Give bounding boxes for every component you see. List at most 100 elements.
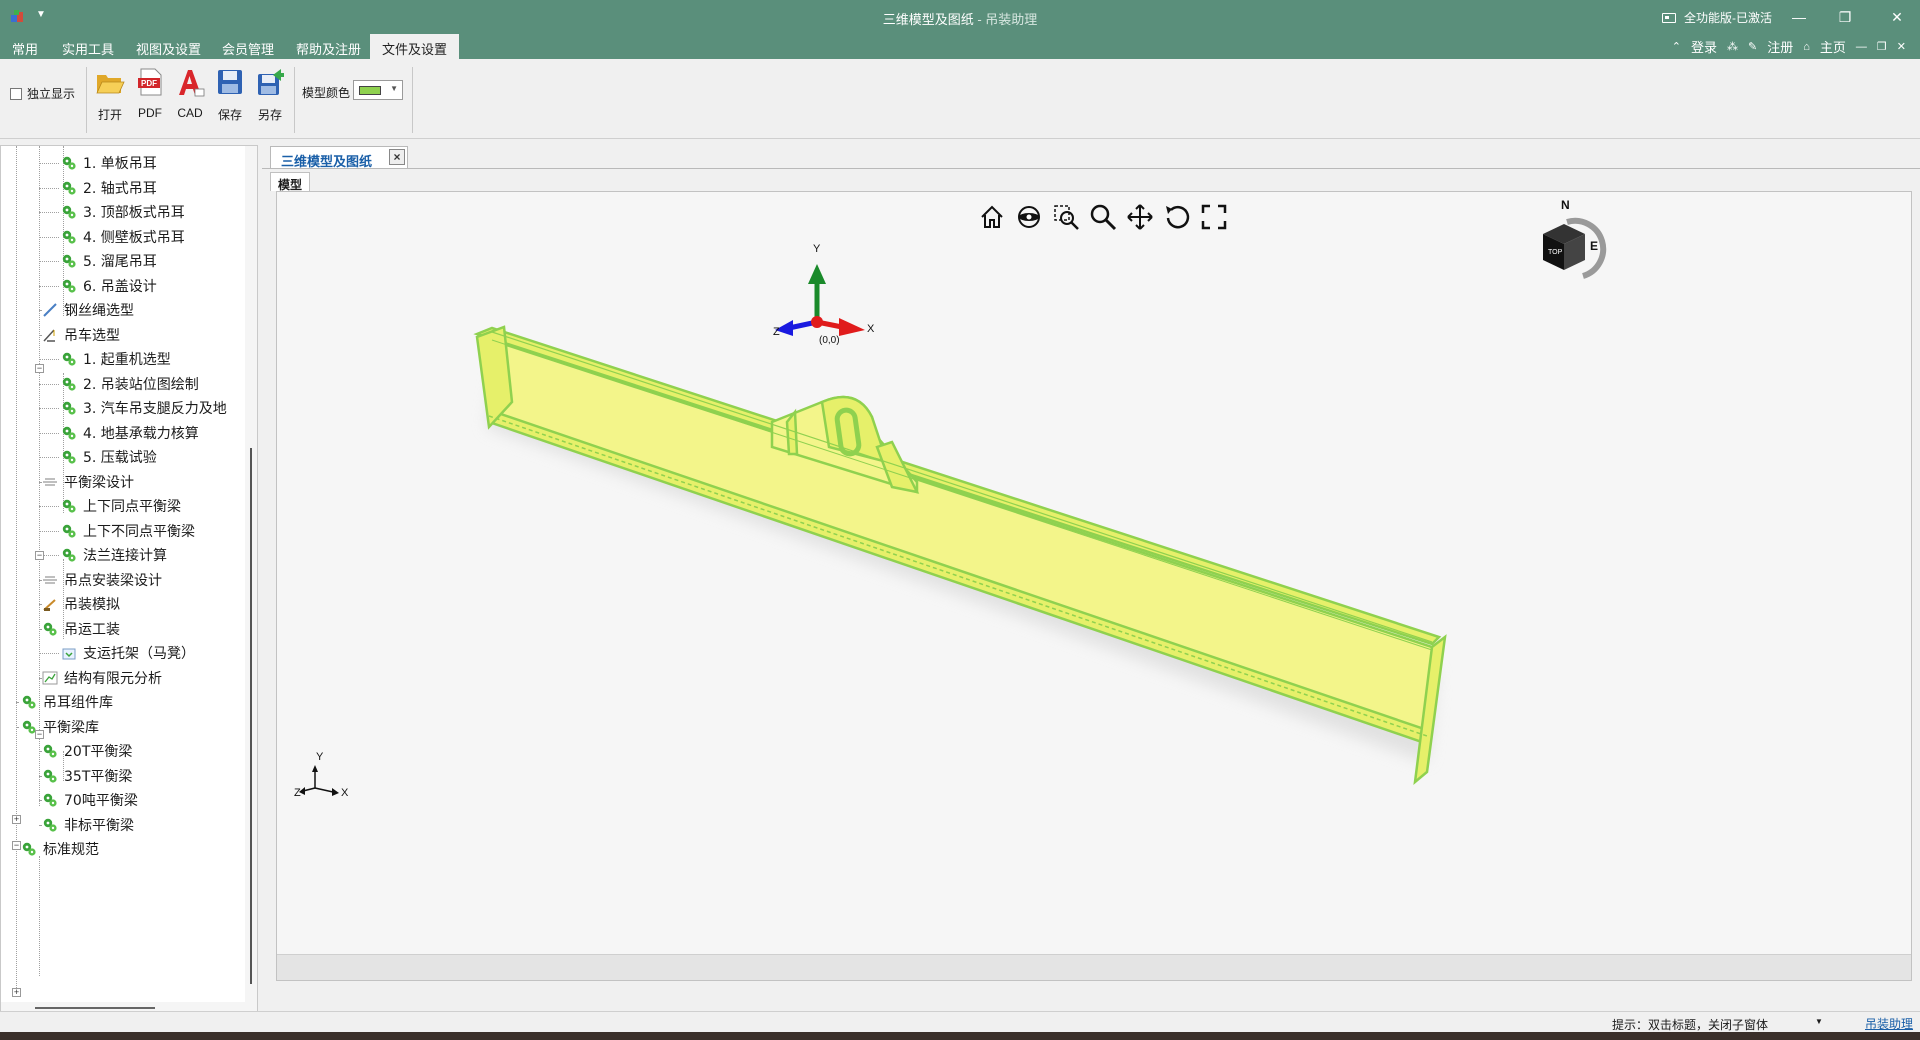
tab-utilities[interactable]: 实用工具 — [50, 34, 126, 59]
tree-item[interactable]: 2. 轴式吊耳 — [61, 177, 157, 199]
beam-icon — [42, 474, 58, 490]
tree-item[interactable]: 3. 汽车吊支腿反力及地 — [61, 397, 227, 419]
tree-item[interactable]: 1. 起重机选型 — [61, 348, 171, 370]
beam-icon — [42, 572, 58, 588]
green-gear-icon — [21, 841, 37, 857]
expand-toggle[interactable]: + — [12, 815, 21, 824]
collapse-toggle[interactable]: − — [35, 730, 44, 739]
tree-item[interactable]: 上下同点平衡梁 — [61, 495, 181, 517]
green-gear-icon — [61, 253, 77, 269]
document-tab[interactable]: 三维模型及图纸 × — [270, 146, 408, 169]
model-color-picker[interactable]: ▼ — [353, 80, 403, 100]
save-as-button[interactable]: 另存 — [251, 67, 289, 123]
y-axis-arrow-icon — [808, 264, 826, 284]
tree-item[interactable]: 5. 溜尾吊耳 — [61, 250, 157, 272]
compass-north-label: N — [1561, 198, 1570, 212]
edit-icon[interactable]: ✎ — [1748, 40, 1757, 53]
status-bar: 提示：双击标题，关闭子窗体 ▼ 吊装助理 — [0, 1011, 1920, 1032]
tree-item[interactable]: 平衡梁库 — [21, 716, 99, 738]
tree-item-label: 结构有限元分析 — [64, 671, 162, 687]
expand-toggle[interactable]: + — [12, 988, 21, 997]
tree-item[interactable]: 4. 地基承载力核算 — [61, 422, 199, 444]
tree-item-label: 标准规范 — [43, 842, 99, 858]
save-button[interactable]: 保存 — [211, 67, 249, 123]
share-icon[interactable]: ⁂ — [1727, 40, 1738, 53]
tree-item-label: 平衡梁设计 — [64, 475, 134, 491]
cad-button[interactable]: CAD — [171, 67, 209, 120]
view-cube[interactable]: TOP N E — [1543, 198, 1607, 279]
login-link[interactable]: 登录 — [1691, 37, 1717, 56]
tab-file-settings[interactable]: 文件及设置 — [370, 34, 460, 59]
tree-item[interactable]: 20T平衡梁 — [42, 740, 132, 762]
3d-viewport[interactable]: Y X Z (0,0) Y X Z TOP N E — [276, 191, 1912, 981]
close-tab-icon[interactable]: × — [389, 149, 405, 165]
home-icon[interactable]: ⌂ — [1803, 41, 1810, 53]
tree-item[interactable]: 吊车选型 — [42, 324, 120, 346]
open-button[interactable]: 打开 — [91, 67, 129, 123]
tree-item[interactable]: 结构有限元分析 — [42, 667, 162, 689]
tree-connector — [39, 261, 59, 262]
tree-item[interactable]: 上下不同点平衡梁 — [61, 520, 195, 542]
mdi-restore-icon[interactable]: ❐ — [1877, 40, 1887, 53]
scrollbar-thumb[interactable] — [250, 448, 252, 984]
tab-divider — [262, 168, 1920, 169]
tab-model[interactable]: 模型 — [270, 172, 310, 192]
folder-open-icon — [96, 75, 125, 94]
home-link[interactable]: 主页 — [1820, 37, 1846, 56]
mdi-close-icon[interactable]: ✕ — [1897, 40, 1906, 53]
tree-item[interactable]: 标准规范 — [21, 838, 99, 860]
status-app-link[interactable]: 吊装助理 — [1865, 1015, 1913, 1032]
scrollbar-thumb[interactable] — [35, 1007, 155, 1009]
tree-vertical-scrollbar[interactable] — [245, 146, 257, 1014]
collapse-toggle[interactable]: − — [12, 841, 21, 850]
tree-item[interactable]: 6. 吊盖设计 — [61, 275, 157, 297]
green-gear-icon — [61, 523, 77, 539]
tree-item-label: 非标平衡梁 — [64, 818, 134, 834]
tree-item[interactable]: 吊点安装梁设计 — [42, 569, 162, 591]
register-link[interactable]: 注册 — [1767, 37, 1793, 56]
close-button[interactable]: ✕ — [1874, 0, 1920, 34]
tree-item[interactable]: 2. 吊装站位图绘制 — [61, 373, 199, 395]
tree-item-label: 1. 单板吊耳 — [83, 156, 157, 172]
tree-item[interactable]: 平衡梁设计 — [42, 471, 134, 493]
tree-item[interactable]: 35T平衡梁 — [42, 765, 132, 787]
tree-item[interactable]: 吊运工装 — [42, 618, 120, 640]
tree-item[interactable]: 法兰连接计算 — [61, 544, 167, 566]
tab-view-settings[interactable]: 视图及设置 — [124, 34, 213, 59]
tab-common[interactable]: 常用 — [0, 34, 50, 59]
beam-edge-line — [491, 339, 1433, 651]
tree-connector — [39, 825, 41, 826]
cad-file-icon — [179, 70, 205, 97]
tree-item[interactable]: 吊耳组件库 — [21, 691, 113, 713]
window-title-app: 吊装助理 — [985, 12, 1038, 27]
tree-connector — [39, 163, 59, 164]
pdf-button[interactable]: PDF PDF — [131, 67, 169, 120]
status-dropdown-icon[interactable]: ▼ — [1815, 1017, 1823, 1026]
title-bar: ▼ 三维模型及图纸 - 吊装助理 全功能版-已激活 — ❐ ✕ — [0, 0, 1920, 34]
corner-z-label: Z — [294, 787, 301, 799]
tree-item[interactable]: 支运托架（马凳） — [61, 642, 195, 664]
tree-item[interactable]: 4. 侧壁板式吊耳 — [61, 226, 185, 248]
collapse-toggle[interactable]: − — [35, 364, 44, 373]
tree-connector — [39, 237, 59, 238]
mdi-minimize-icon[interactable]: — — [1856, 41, 1867, 53]
tree-item[interactable]: 吊装模拟 — [42, 593, 120, 615]
tree-item[interactable]: 非标平衡梁 — [42, 814, 134, 836]
tree-item[interactable]: 70吨平衡梁 — [42, 789, 138, 811]
tree-item-label: 4. 侧壁板式吊耳 — [83, 230, 185, 246]
collapse-toggle[interactable]: − — [35, 551, 44, 560]
tree-item-label: 4. 地基承载力核算 — [83, 426, 199, 442]
tree-item[interactable]: 1. 单板吊耳 — [61, 152, 157, 174]
standalone-checkbox[interactable]: 独立显示 — [10, 85, 75, 102]
collapse-ribbon-icon[interactable]: ⌃ — [1672, 40, 1681, 53]
restore-button[interactable]: ❐ — [1822, 0, 1868, 34]
tab-member[interactable]: 会员管理 — [210, 34, 286, 59]
tree-item[interactable]: 5. 压载试验 — [61, 446, 157, 468]
checkbox-box[interactable] — [10, 87, 22, 100]
tree-item[interactable]: 3. 顶部板式吊耳 — [61, 201, 185, 223]
tree-item[interactable]: 钢丝绳选型 — [42, 299, 134, 321]
minimize-button[interactable]: — — [1776, 0, 1822, 34]
document-area: 三维模型及图纸 × 模型 Y X Z (0,0) Y X Z TOP N E — [262, 145, 1920, 1011]
green-gear-icon — [61, 376, 77, 392]
tab-help-register[interactable]: 帮助及注册 — [284, 34, 373, 59]
